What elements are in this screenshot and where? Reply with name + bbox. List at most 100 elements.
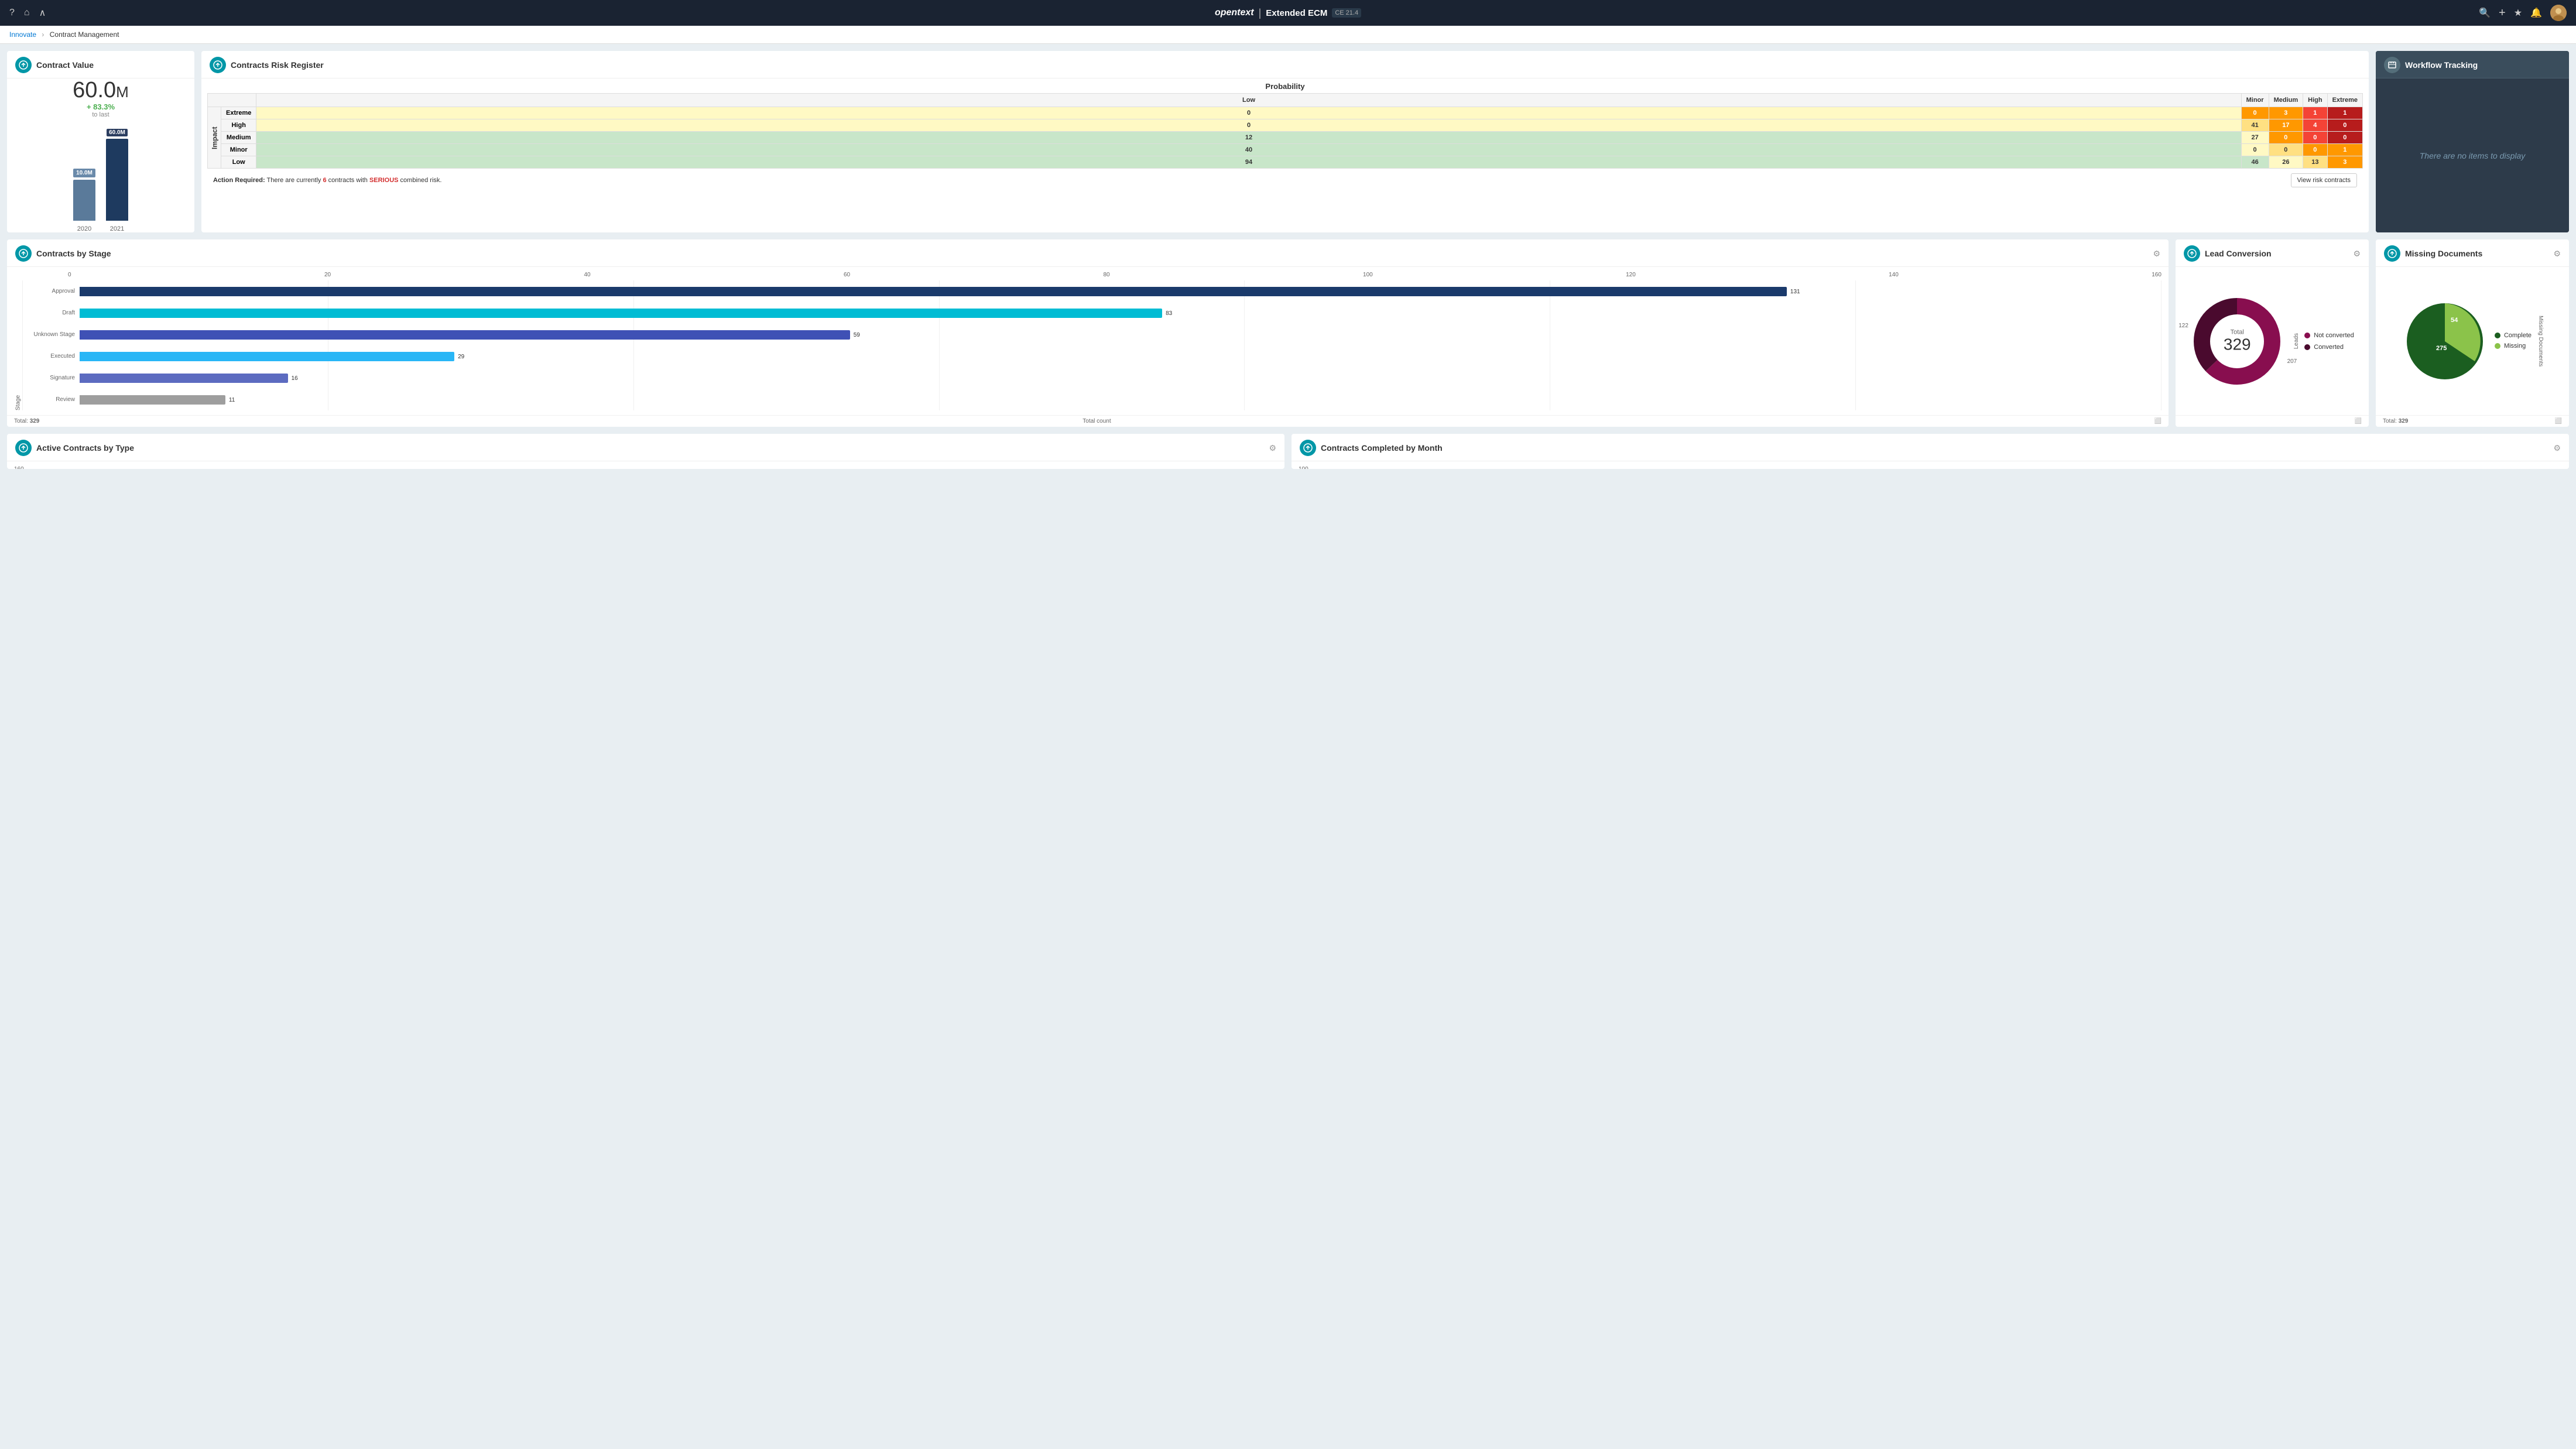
risk-action-bar: Action Required: There are currently 6 c… xyxy=(207,169,2363,192)
missing-expand-icon[interactable]: ⬜ xyxy=(2555,418,2562,424)
stage-row-signature: Signature 16 xyxy=(22,372,2161,385)
completed-settings-icon[interactable]: ⚙ xyxy=(2553,443,2561,453)
active-title: Active Contracts by Type xyxy=(36,443,1264,453)
cell: 0 xyxy=(2241,144,2269,156)
stage-row-approval: Approval 131 xyxy=(22,285,2161,298)
top-navigation: ? ⌂ ∧ opentext | Extended ECM CE 21.4 🔍 … xyxy=(0,0,2576,26)
lead-settings-icon[interactable]: ⚙ xyxy=(2353,249,2361,259)
lead-title: Lead Conversion xyxy=(2205,249,2348,258)
nav-right: 🔍 + ★ 🔔 xyxy=(2479,5,2567,21)
cell: 0 xyxy=(2303,144,2327,156)
legend-item-not-converted: Not converted xyxy=(2304,332,2354,339)
col-medium: Medium xyxy=(2269,94,2303,107)
missing-settings-icon[interactable]: ⚙ xyxy=(2553,249,2561,259)
stage-settings-icon[interactable]: ⚙ xyxy=(2153,249,2160,259)
stage-body: 020406080100120140160 Stage xyxy=(7,267,2169,415)
stage-label-approval: Approval xyxy=(22,288,75,294)
cell: 1 xyxy=(2303,107,2327,119)
lead-footer: ⬜ xyxy=(2176,415,2369,427)
completed-icon xyxy=(1300,440,1316,456)
completed-y-value: 100 xyxy=(1299,466,1308,469)
search-icon[interactable]: 🔍 xyxy=(2479,7,2491,19)
complete-label: Complete xyxy=(2504,332,2532,339)
view-risk-contracts-button[interactable]: View risk contracts xyxy=(2291,173,2358,187)
active-settings-icon[interactable]: ⚙ xyxy=(1269,443,1276,453)
cell: 0 xyxy=(2327,119,2362,132)
row-low: Low xyxy=(221,156,256,169)
risk-table: Low Minor Medium High Extreme Impact Ext… xyxy=(207,93,2363,169)
table-row: Medium 12 27 0 0 0 xyxy=(208,132,2363,144)
action-text-1: There are currently xyxy=(266,177,323,184)
legend-item-missing: Missing xyxy=(2495,342,2532,350)
cv-change-label: to last xyxy=(73,111,129,118)
stage-row-executed: Executed 29 xyxy=(22,350,2161,363)
stage-icon xyxy=(15,245,32,262)
contract-value-title: Contract Value xyxy=(36,60,186,70)
cv-bar-2021: 60.0M 2021 xyxy=(106,129,128,232)
complete-dot xyxy=(2495,333,2500,338)
add-icon[interactable]: + xyxy=(2499,6,2506,20)
stage-bar-review: 11 xyxy=(80,395,2161,405)
cv-2021-year: 2021 xyxy=(110,225,124,232)
cv-2020-year: 2020 xyxy=(77,225,91,232)
missing-body: 275 54 Complete Missing xyxy=(2376,267,2569,415)
breadcrumb-current: Contract Management xyxy=(50,30,119,39)
stage-header: Contracts by Stage ⚙ xyxy=(7,239,2169,267)
table-row: Impact Extreme 0 0 3 1 1 xyxy=(208,107,2363,119)
contract-value-body: 60.0M + 83.3% to last 10.0M 2020 60.0M 2… xyxy=(7,78,194,232)
stage-label-draft: Draft xyxy=(22,310,75,316)
cell: 40 xyxy=(256,144,2241,156)
home-icon[interactable]: ⌂ xyxy=(24,8,30,18)
cell: 0 xyxy=(2269,144,2303,156)
workflow-body: There are no items to display xyxy=(2376,78,2569,232)
user-avatar[interactable] xyxy=(2550,5,2567,21)
missing-footer: Total: 329 ⬜ xyxy=(2376,415,2569,427)
cell: 0 xyxy=(2269,132,2303,144)
active-body: 160 xyxy=(7,461,1284,469)
converted-label: Converted xyxy=(2314,344,2344,351)
cv-bar-2020: 10.0M 2020 xyxy=(73,169,95,232)
stage-row-unknown: Unknown Stage 59 xyxy=(22,328,2161,341)
action-required-label: Action Required: xyxy=(213,177,265,184)
chevron-up-icon[interactable]: ∧ xyxy=(39,7,46,19)
stage-label-review: Review xyxy=(22,396,75,403)
stage-bar-signature: 16 xyxy=(80,374,2161,383)
dashboard: Contract Value 60.0M + 83.3% to last 10.… xyxy=(0,44,2576,476)
lead-expand-icon[interactable]: ⬜ xyxy=(2355,418,2362,424)
lead-legend: Not converted Converted xyxy=(2304,332,2354,351)
cv-chart: 10.0M 2020 60.0M 2021 xyxy=(73,129,128,232)
cell: 94 xyxy=(256,156,2241,169)
stage-footer: Total: 329 Total count ⬜ xyxy=(7,415,2169,427)
missing-legend-area: Complete Missing Missing Documents xyxy=(2495,316,2544,366)
completed-header: Contracts Completed by Month ⚙ xyxy=(1292,434,2569,461)
contract-value-header: Contract Value xyxy=(7,51,194,78)
nav-left: ? ⌂ ∧ xyxy=(9,7,46,19)
stage-label-signature: Signature xyxy=(22,375,75,381)
bell-icon[interactable]: 🔔 xyxy=(2530,7,2542,19)
cell: 27 xyxy=(2241,132,2269,144)
stage-bar-approval: 131 xyxy=(80,287,2161,296)
contract-value-icon xyxy=(15,57,32,73)
risk-action-text: Action Required: There are currently 6 c… xyxy=(213,177,2291,184)
cv-2021-label: 60.0M xyxy=(107,129,128,136)
cv-2021-bar xyxy=(106,139,128,221)
cell: 12 xyxy=(256,132,2241,144)
stage-expand-icon[interactable]: ⬜ xyxy=(2154,418,2161,424)
workflow-header: Workflow Tracking xyxy=(2376,51,2569,78)
cell: 0 xyxy=(2303,132,2327,144)
risk-register-title: Contracts Risk Register xyxy=(231,60,2361,70)
help-icon[interactable]: ? xyxy=(9,8,15,18)
risk-register-icon xyxy=(210,57,226,73)
star-icon[interactable]: ★ xyxy=(2514,7,2522,19)
dashboard-row-1: Contract Value 60.0M + 83.3% to last 10.… xyxy=(7,51,2569,232)
stage-total-label: Total: 329 xyxy=(14,418,39,424)
completed-title: Contracts Completed by Month xyxy=(1321,443,2548,453)
risk-serious-label: SERIOUS xyxy=(369,177,399,184)
table-row: High 0 41 17 4 0 xyxy=(208,119,2363,132)
impact-header: Impact xyxy=(208,107,221,169)
cv-change-pct: + 83.3% xyxy=(73,102,129,111)
table-row: Low 94 46 26 13 3 xyxy=(208,156,2363,169)
cell: 0 xyxy=(256,119,2241,132)
breadcrumb-parent-link[interactable]: Innovate xyxy=(9,30,36,39)
contracts-completed-widget: Contracts Completed by Month ⚙ 100 xyxy=(1292,434,2569,469)
